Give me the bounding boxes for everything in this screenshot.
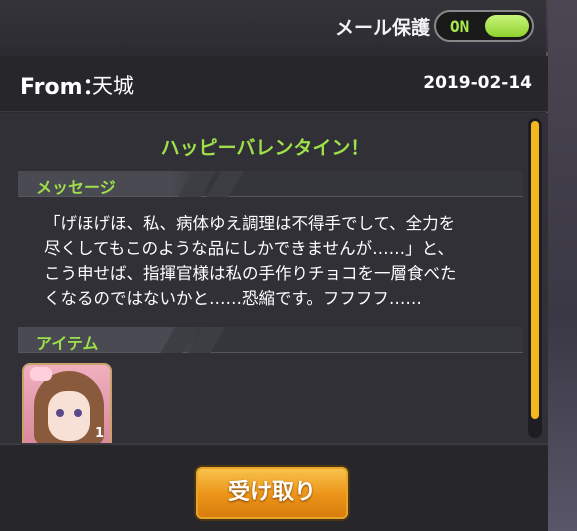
message-body: 「げほげほ、私、病体ゆえ調理は不得手でして、全力を 尽くしてもこのような品にしか… (44, 211, 514, 311)
item-count: 1 (94, 426, 104, 441)
message-line: 尽くしてもこのような品にしかできませんが……」と、 (44, 239, 455, 258)
mail-footer: 受け取り (0, 443, 548, 531)
mail-protect-toggle[interactable]: ON (434, 10, 534, 42)
toggle-on-text: ON (450, 17, 470, 36)
background-edge (547, 0, 577, 531)
item-section-header: アイテム (18, 327, 523, 353)
message-line: 「げほげほ、私、病体ゆえ調理は不得手でして、全力を (44, 214, 456, 233)
message-section-header: メッセージ (18, 171, 523, 197)
mail-subject: ハッピーバレンタイン！ (160, 137, 370, 159)
mail-header: From： 天城 2019-02-14 (0, 56, 548, 112)
mail-date: 2019-02-14 (423, 73, 532, 93)
toggle-knob-icon (485, 15, 529, 37)
scrollbar-thumb[interactable] (531, 121, 539, 419)
attached-item-slot[interactable]: 1 (22, 363, 112, 443)
top-bar: メール保護 ON (0, 0, 548, 52)
message-line: くなるのではないかと……恐縮です。フフフフ…… (44, 289, 422, 308)
receive-button[interactable]: 受け取り (196, 467, 348, 519)
sender-name: 天城 (92, 74, 134, 98)
item-section-label: アイテム (36, 334, 99, 353)
message-section-label: メッセージ (36, 178, 116, 197)
scrollbar[interactable] (528, 118, 542, 438)
mail-panel: メール保護 ON From： 天城 2019-02-14 ハッピーバレンタイン！… (0, 0, 548, 531)
mail-protect-label: メール保護 (334, 17, 430, 39)
message-line: こう申せば、指揮官様は私の手作りチョコを一層食べた (44, 264, 457, 283)
mail-content[interactable]: ハッピーバレンタイン！ メッセージ 「げほげほ、私、病体ゆえ調理は不得手でして、… (0, 113, 548, 443)
